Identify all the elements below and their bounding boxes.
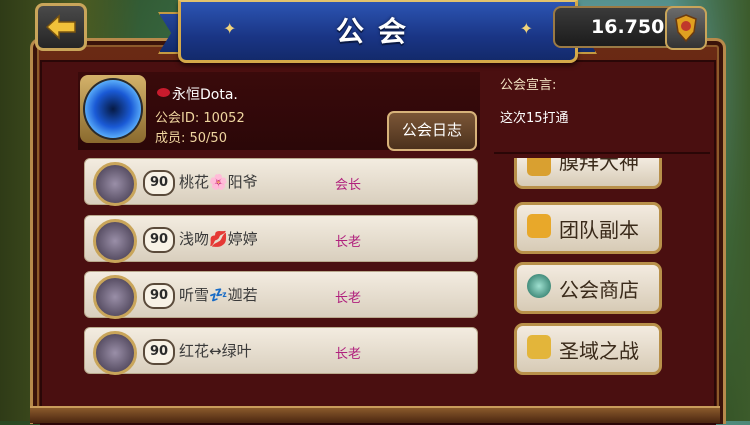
member-row[interactable]: 90 红花↔绿叶 长老 bbox=[84, 327, 478, 375]
member-role: 长老 bbox=[335, 347, 362, 362]
frame-bottom-border bbox=[30, 406, 720, 423]
member-name: 红花↔绿叶 bbox=[179, 342, 252, 360]
member-level: 90 bbox=[143, 283, 175, 309]
title-banner: ✦ 公会 ✦ bbox=[178, 0, 578, 63]
currency-value: 16.750 bbox=[591, 16, 665, 38]
member-name: 听雪💤迦若 bbox=[179, 286, 258, 304]
member-row[interactable]: 90 浅吻💋婷婷 长老 bbox=[84, 215, 478, 263]
member-name: 浅吻💋婷婷 bbox=[179, 230, 258, 248]
worship-button[interactable]: 膜拜大神 bbox=[514, 158, 662, 189]
vortex-icon bbox=[83, 78, 143, 140]
guild-name: 永恒Dota. bbox=[172, 87, 238, 103]
star-icon: ✦ bbox=[519, 19, 533, 38]
guild-member-count: 成员: 50/50 bbox=[155, 131, 227, 146]
guild-log-button[interactable]: 公会日志 bbox=[387, 111, 477, 151]
member-row[interactable]: 90 听雪💤迦若 长老 bbox=[84, 271, 478, 319]
holy-war-label: 圣域之战 bbox=[559, 339, 639, 363]
divider bbox=[494, 152, 710, 154]
guild-shop-label: 公会商店 bbox=[559, 278, 639, 302]
holy-war-button[interactable]: 圣域之战 bbox=[514, 323, 662, 375]
shield-coin-icon[interactable] bbox=[665, 6, 707, 50]
hero-avatar bbox=[93, 162, 137, 206]
member-role: 会长 bbox=[335, 178, 362, 193]
team-dungeon-label: 团队副本 bbox=[559, 218, 639, 242]
member-level: 90 bbox=[143, 170, 175, 196]
announcement-text: 这次15打通 bbox=[500, 111, 569, 126]
worship-label: 膜拜大神 bbox=[559, 158, 639, 174]
lips-icon bbox=[157, 88, 170, 97]
page-title: 公会 bbox=[335, 15, 420, 48]
member-role: 长老 bbox=[335, 291, 362, 306]
member-level: 90 bbox=[143, 339, 175, 365]
guild-emblem bbox=[80, 75, 146, 143]
back-button[interactable] bbox=[35, 3, 87, 51]
announcement-title: 公会宣言: bbox=[500, 78, 557, 93]
team-dungeon-button[interactable]: 团队副本 bbox=[514, 202, 662, 254]
member-name: 桃花🌸阳爷 bbox=[179, 173, 258, 191]
currency-display: 16.750 bbox=[553, 6, 707, 50]
coin-icon bbox=[527, 274, 551, 298]
hero-avatar bbox=[93, 275, 137, 319]
trophy-icon bbox=[527, 335, 551, 359]
worship-icon bbox=[527, 158, 551, 176]
armor-icon bbox=[527, 214, 551, 238]
member-role: 长老 bbox=[335, 235, 362, 250]
member-level: 90 bbox=[143, 227, 175, 253]
arrow-left-icon bbox=[45, 14, 76, 40]
guild-shop-button[interactable]: 公会商店 bbox=[514, 262, 662, 314]
member-row[interactable]: 90 桃花🌸阳爷 会长 bbox=[84, 158, 478, 206]
hero-avatar bbox=[93, 219, 137, 263]
hero-avatar bbox=[93, 331, 137, 375]
guild-id: 公会ID: 10052 bbox=[155, 111, 245, 126]
